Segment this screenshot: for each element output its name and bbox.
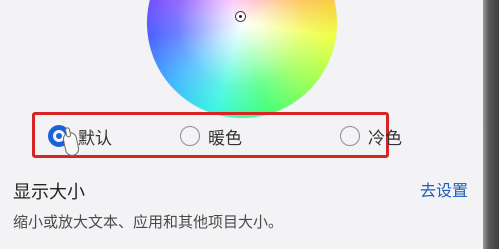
color-picker-marker-icon[interactable] xyxy=(235,11,246,22)
display-size-settings-link[interactable]: 去设置 xyxy=(420,177,468,201)
option-default[interactable]: 默认 xyxy=(48,122,112,150)
option-cool-label: 冷色 xyxy=(368,128,402,149)
display-size-description: 缩小或放大文本、应用和其他项目大小。 xyxy=(13,213,284,231)
radio-unselected-icon[interactable] xyxy=(340,126,360,146)
option-default-label: 默认 xyxy=(78,128,112,149)
option-warm[interactable]: 暖色 xyxy=(180,122,242,150)
window-edge xyxy=(483,0,499,249)
option-cool[interactable]: 冷色 xyxy=(340,122,402,150)
settings-panel: 默认 暖色 冷色 显示大小 去设置 缩小或放大文本、应用和其他项目大小。 xyxy=(0,0,483,249)
option-warm-label: 暖色 xyxy=(208,128,242,149)
radio-unselected-icon[interactable] xyxy=(180,126,200,146)
display-size-title: 显示大小 xyxy=(13,182,85,203)
